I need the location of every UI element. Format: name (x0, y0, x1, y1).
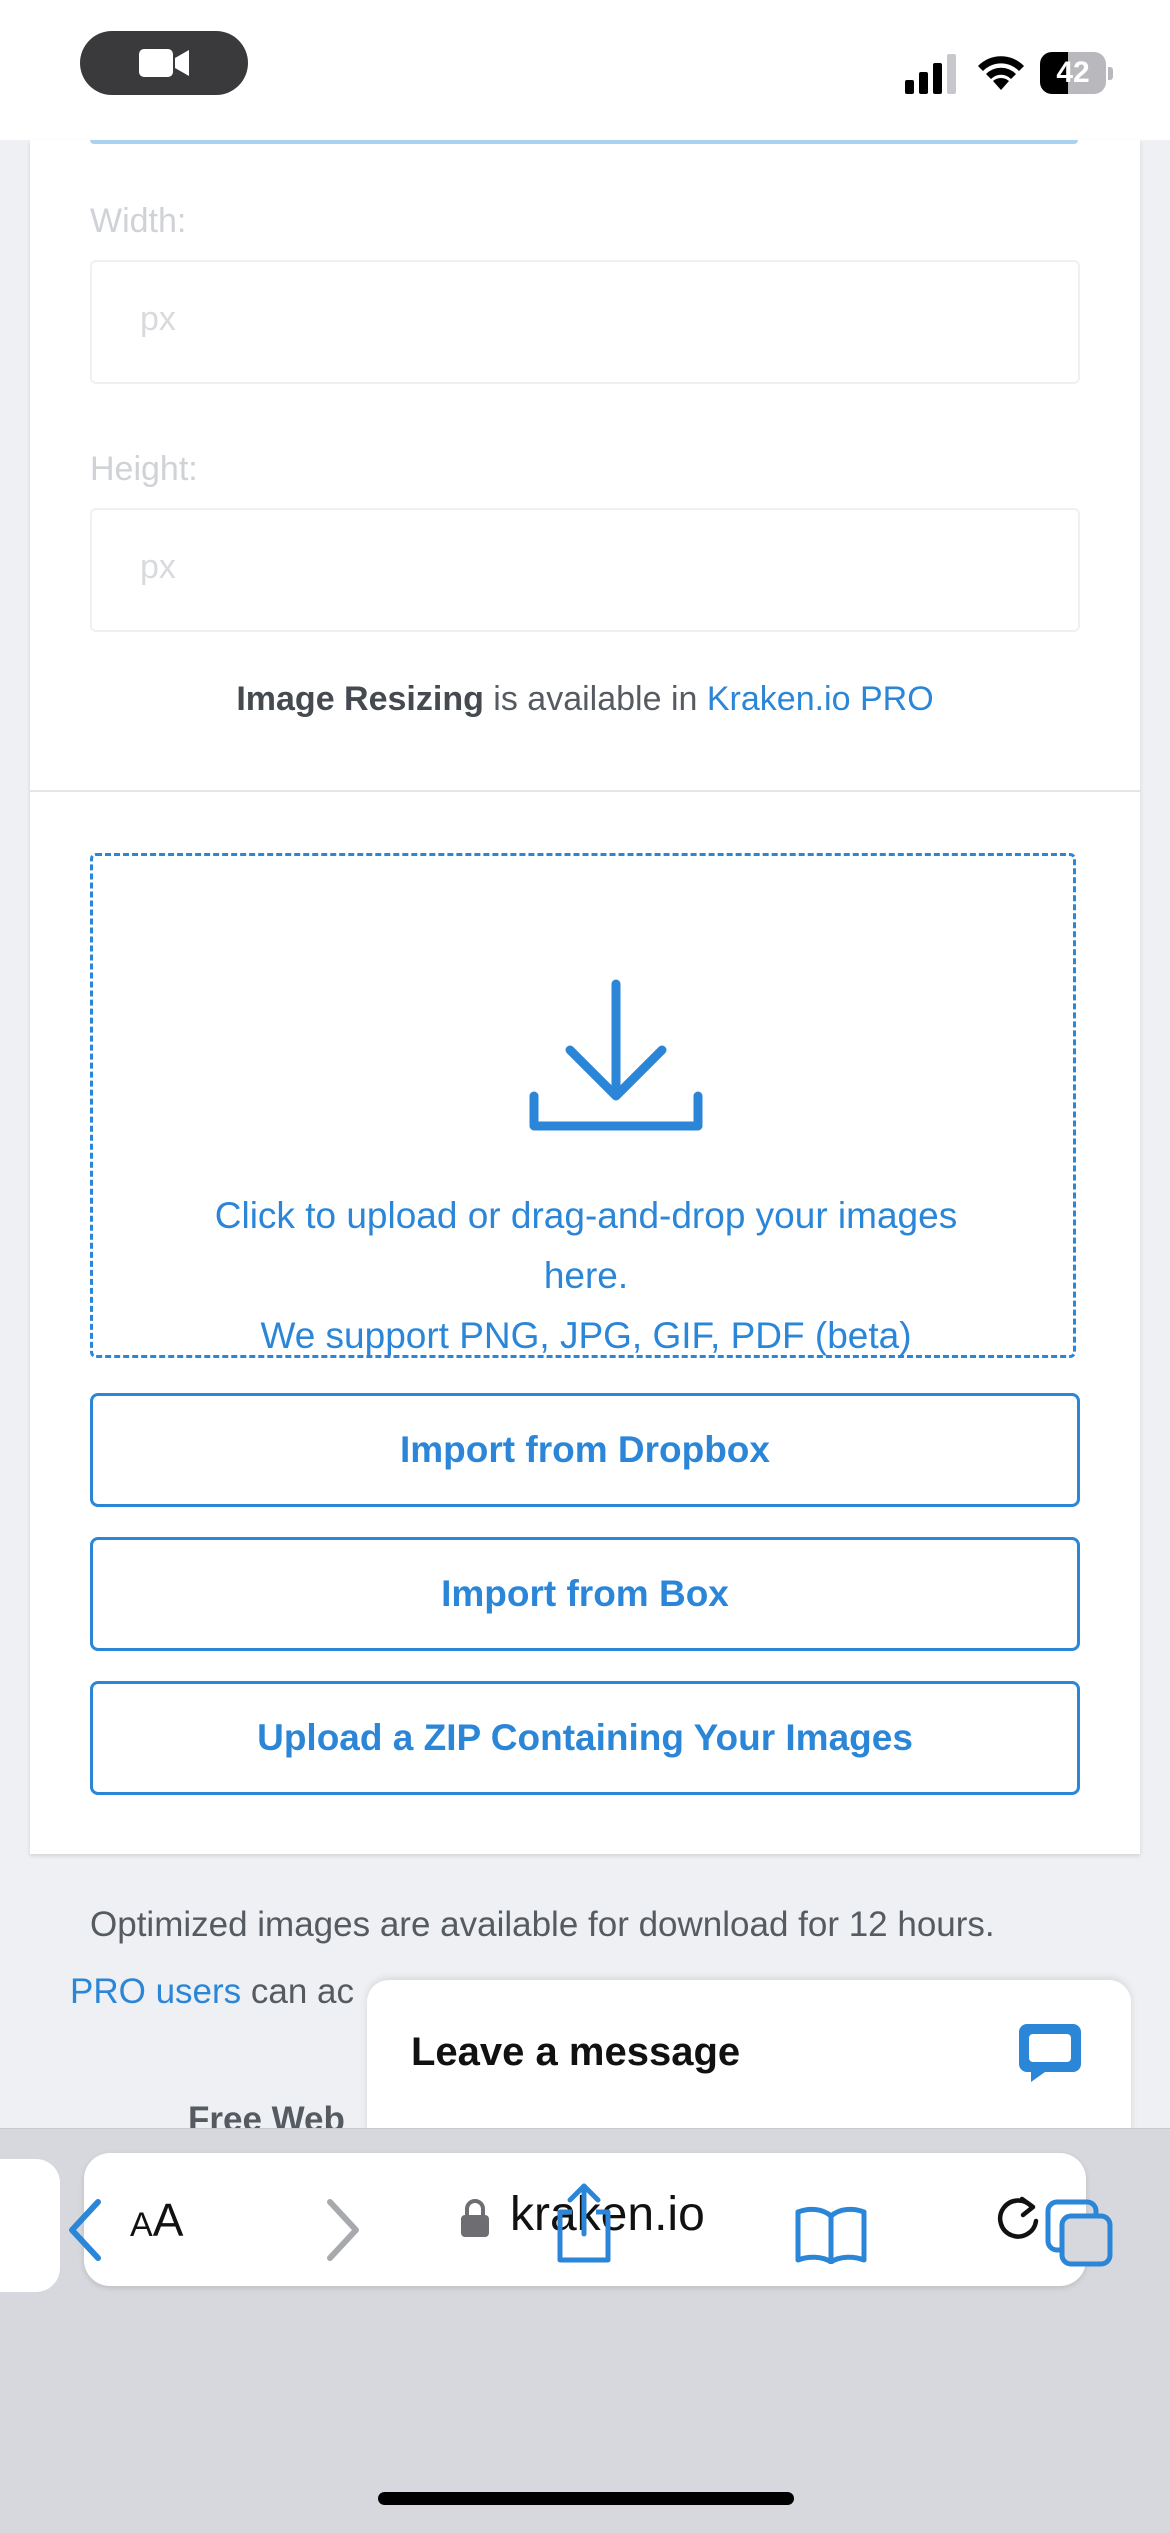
upload-dropzone[interactable]: Click to upload or drag-and-drop your im… (90, 853, 1076, 1358)
download-icon (529, 979, 703, 1131)
divider (30, 790, 1140, 792)
resize-note: Image Resizing is available in Kraken.io… (30, 680, 1140, 719)
battery-icon: 42 (1040, 52, 1113, 94)
aa-large: A (152, 2194, 184, 2246)
upload-zip-button[interactable]: Upload a ZIP Containing Your Images (90, 1681, 1080, 1795)
availability-note: Optimized images are available for downl… (90, 1905, 995, 1944)
import-box-button[interactable]: Import from Box (90, 1537, 1080, 1651)
camera-indicator (80, 31, 248, 95)
resize-feature: Image Resizing (236, 680, 484, 718)
height-placeholder: px (140, 548, 176, 586)
reader-settings-button[interactable]: AA (130, 2193, 183, 2247)
battery-cap (1108, 67, 1113, 80)
previous-tab-preview[interactable] (0, 2159, 60, 2292)
aa-small: A (130, 2206, 153, 2244)
back-icon[interactable] (66, 2198, 106, 2262)
height-label: Height: (90, 450, 198, 488)
kraken-pro-link[interactable]: Kraken.io PRO (707, 680, 934, 718)
focused-input-edge (90, 140, 1078, 144)
pro-users-text: can ac (241, 1972, 355, 2011)
cellular-signal-icon (905, 54, 956, 94)
upload-line-3: We support PNG, JPG, GIF, PDF (beta) (260, 1315, 912, 1356)
upload-instructions: Click to upload or drag-and-drop your im… (113, 1186, 1059, 1366)
width-label: Width: (90, 202, 187, 240)
pro-users-line: PRO users can ac (70, 1972, 354, 2012)
width-placeholder: px (140, 300, 176, 338)
battery-body: 42 (1040, 52, 1106, 94)
upload-line-2: here. (543, 1255, 629, 1296)
optimizer-card: Width: px Height: px Image Resizing is a… (30, 140, 1140, 1854)
battery-level: 42 (1056, 56, 1090, 89)
resize-middle: is available in (483, 680, 707, 718)
home-indicator (378, 2492, 794, 2505)
chat-title: Leave a message (411, 2030, 741, 2074)
wifi-icon (978, 56, 1024, 90)
pro-users-link[interactable]: PRO users (70, 1972, 241, 2011)
status-bar: 42 (0, 0, 1170, 140)
reload-icon[interactable] (992, 2193, 1044, 2245)
bookmarks-icon[interactable] (794, 2204, 868, 2264)
share-icon[interactable] (552, 2180, 616, 2264)
width-input[interactable]: px (90, 260, 1080, 384)
import-dropbox-button[interactable]: Import from Dropbox (90, 1393, 1080, 1507)
camera-icon (139, 49, 189, 77)
forward-icon[interactable] (322, 2198, 362, 2262)
chat-widget[interactable]: Leave a message (367, 1980, 1131, 2140)
lock-icon (461, 2199, 489, 2237)
height-input[interactable]: px (90, 508, 1080, 632)
upload-line-1: Click to upload or drag-and-drop your im… (214, 1195, 958, 1236)
tabs-icon[interactable] (1044, 2198, 1114, 2268)
chat-bubble-icon[interactable] (1017, 2020, 1083, 2086)
